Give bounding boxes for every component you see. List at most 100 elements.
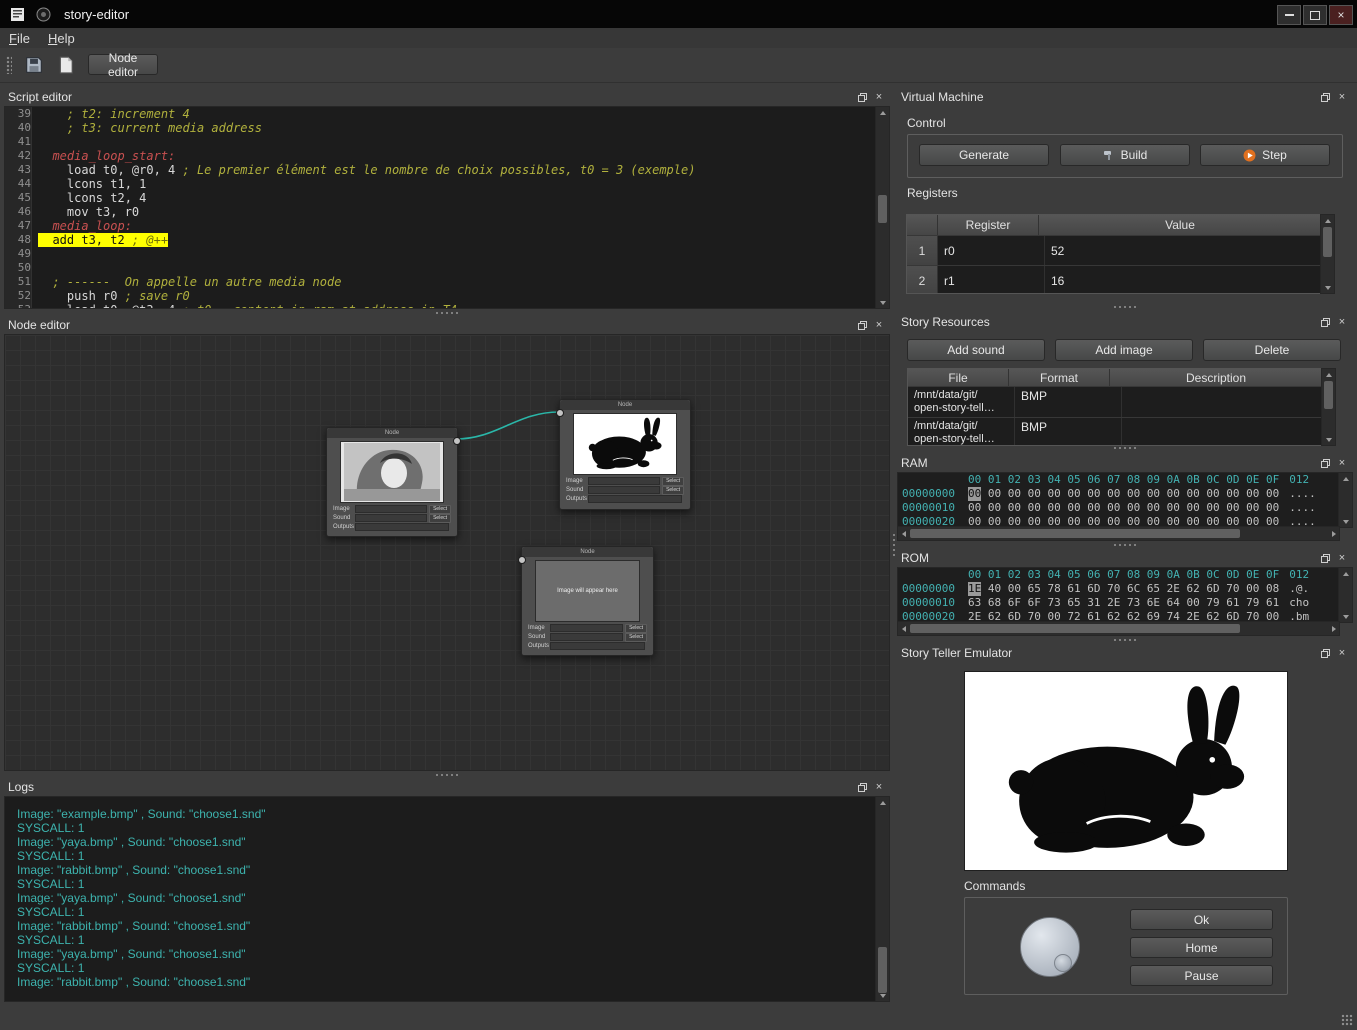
node-canvas[interactable]: Node ImageSelect SoundSelect Outputs Nod… bbox=[4, 334, 890, 771]
code-line[interactable]: 44 lcons t1, 1 bbox=[5, 177, 876, 191]
add-sound-button[interactable]: Add sound bbox=[907, 339, 1045, 361]
scroll-up-icon[interactable] bbox=[1322, 369, 1335, 380]
select-sound-button[interactable]: Select bbox=[429, 514, 451, 523]
register-name-cell[interactable]: r0 bbox=[938, 236, 1045, 265]
splitter-resources-ram[interactable] bbox=[897, 444, 1353, 452]
column-description[interactable]: Description bbox=[1110, 369, 1322, 386]
minimize-button[interactable] bbox=[1277, 5, 1301, 25]
output-port[interactable] bbox=[453, 437, 461, 445]
generate-button[interactable]: Generate bbox=[919, 144, 1049, 166]
build-button[interactable]: Build bbox=[1060, 144, 1190, 166]
scrollbar-handle[interactable] bbox=[910, 529, 1240, 538]
scroll-left-icon[interactable] bbox=[898, 527, 909, 540]
float-panel-icon[interactable] bbox=[1318, 456, 1332, 470]
new-file-icon[interactable] bbox=[54, 53, 78, 77]
scroll-down-icon[interactable] bbox=[876, 990, 889, 1001]
scroll-up-icon[interactable] bbox=[1339, 473, 1352, 484]
sound-field[interactable] bbox=[588, 486, 660, 494]
code-line[interactable]: 51 ; ------ On appelle un autre media no… bbox=[5, 275, 876, 289]
code-line[interactable]: 49 bbox=[5, 247, 876, 261]
home-button[interactable]: Home bbox=[1130, 937, 1273, 958]
splitter-script-node[interactable] bbox=[4, 309, 890, 316]
resources-table[interactable]: File Format Description /mnt/data/git/ o… bbox=[907, 368, 1323, 446]
rom-hex-editor[interactable]: 00 01 02 03 04 05 06 07 08 09 0A 0B 0C 0… bbox=[897, 567, 1340, 623]
add-image-button[interactable]: Add image bbox=[1055, 339, 1193, 361]
vertical-scrollbar[interactable] bbox=[875, 796, 890, 1002]
sound-field[interactable] bbox=[550, 633, 623, 641]
taskbar-app-icon[interactable] bbox=[8, 5, 26, 23]
media-node-b[interactable]: Node ImageSelect SoundSelect Outputs bbox=[559, 399, 691, 510]
code-line[interactable]: 47 media_loop: bbox=[5, 219, 876, 233]
scrollbar-handle[interactable] bbox=[1323, 227, 1332, 257]
outputs-field[interactable] bbox=[355, 523, 449, 531]
float-panel-icon[interactable] bbox=[1318, 90, 1332, 104]
close-panel-icon[interactable]: × bbox=[1335, 551, 1349, 565]
scroll-right-icon[interactable] bbox=[1328, 622, 1339, 635]
selected-byte[interactable]: 00 bbox=[968, 487, 981, 501]
hex-row[interactable]: 0000001063 68 6F 6F 73 65 31 2E 73 6E 64… bbox=[898, 596, 1339, 610]
sound-field[interactable] bbox=[355, 514, 427, 522]
menu-file[interactable]: File bbox=[0, 28, 39, 48]
splitter-rom-emulator[interactable] bbox=[897, 636, 1353, 644]
float-panel-icon[interactable] bbox=[855, 780, 869, 794]
scroll-down-icon[interactable] bbox=[1339, 516, 1352, 527]
save-icon[interactable] bbox=[22, 53, 46, 77]
code-line[interactable]: 40 ; t3: current media address bbox=[5, 121, 876, 135]
step-button[interactable]: Step bbox=[1200, 144, 1330, 166]
float-panel-icon[interactable] bbox=[1318, 551, 1332, 565]
log-output[interactable]: Image: "example.bmp" , Sound: "choose1.s… bbox=[4, 796, 877, 1002]
scroll-left-icon[interactable] bbox=[898, 622, 909, 635]
ram-hex-editor[interactable]: 00 01 02 03 04 05 06 07 08 09 0A 0B 0C 0… bbox=[897, 472, 1340, 528]
input-port[interactable] bbox=[518, 556, 526, 564]
description-cell[interactable] bbox=[1122, 418, 1322, 446]
register-value-cell[interactable]: 52 bbox=[1045, 236, 1321, 265]
vertical-scrollbar[interactable] bbox=[1338, 472, 1353, 528]
maximize-button[interactable] bbox=[1303, 5, 1327, 25]
code-line-highlighted[interactable]: 48 add t3, t2 ; @++ bbox=[5, 233, 876, 247]
code-line[interactable]: 50 bbox=[5, 261, 876, 275]
image-field[interactable] bbox=[588, 477, 660, 485]
select-sound-button[interactable]: Select bbox=[662, 486, 684, 495]
node-editor-toggle-button[interactable]: Node editor bbox=[88, 54, 158, 75]
float-panel-icon[interactable] bbox=[855, 318, 869, 332]
vertical-scrollbar[interactable] bbox=[1338, 567, 1353, 623]
scrollbar-handle[interactable] bbox=[878, 947, 887, 993]
scroll-down-icon[interactable] bbox=[876, 297, 889, 308]
select-image-button[interactable]: Select bbox=[429, 505, 451, 514]
splitter-vm-resources[interactable] bbox=[897, 303, 1353, 311]
float-panel-icon[interactable] bbox=[1318, 646, 1332, 660]
column-register[interactable]: Register bbox=[938, 215, 1039, 235]
scroll-down-icon[interactable] bbox=[1339, 611, 1352, 622]
select-image-button[interactable]: Select bbox=[625, 624, 647, 633]
column-format[interactable]: Format bbox=[1009, 369, 1110, 386]
splitter-left-right[interactable] bbox=[890, 88, 897, 1002]
close-panel-icon[interactable]: × bbox=[1335, 456, 1349, 470]
file-cell[interactable]: /mnt/data/git/ open-story-tell… bbox=[908, 387, 1015, 417]
table-row[interactable]: /mnt/data/git/ open-story-tell… BMP bbox=[908, 387, 1322, 418]
column-file[interactable]: File bbox=[908, 369, 1009, 386]
code-line[interactable]: 41 bbox=[5, 135, 876, 149]
ok-button[interactable]: Ok bbox=[1130, 909, 1273, 930]
outputs-field[interactable] bbox=[588, 495, 682, 503]
media-node-a[interactable]: Node ImageSelect SoundSelect Outputs bbox=[326, 427, 458, 537]
scroll-up-icon[interactable] bbox=[876, 107, 889, 118]
format-cell[interactable]: BMP bbox=[1015, 418, 1122, 446]
close-panel-icon[interactable]: × bbox=[1335, 315, 1349, 329]
rotary-knob[interactable] bbox=[1020, 917, 1080, 977]
vertical-scrollbar[interactable] bbox=[1320, 214, 1335, 294]
menu-help[interactable]: Help bbox=[39, 28, 84, 48]
registers-table[interactable]: Register Value 1 r0 52 2 r1 16 bbox=[906, 214, 1322, 294]
scrollbar-handle[interactable] bbox=[878, 195, 887, 223]
close-panel-icon[interactable]: × bbox=[1335, 646, 1349, 660]
code-line[interactable]: 39 ; t2: increment 4 bbox=[5, 107, 876, 121]
input-port[interactable] bbox=[556, 409, 564, 417]
description-cell[interactable] bbox=[1122, 387, 1322, 417]
code-line[interactable]: 42 media_loop_start: bbox=[5, 149, 876, 163]
table-row[interactable]: 2 r1 16 bbox=[907, 266, 1321, 294]
window-resize-grip[interactable] bbox=[1341, 1014, 1353, 1026]
code-line[interactable]: 45 lcons t2, 4 bbox=[5, 191, 876, 205]
close-panel-icon[interactable]: × bbox=[872, 318, 886, 332]
select-image-button[interactable]: Select bbox=[662, 477, 684, 486]
close-button[interactable]: × bbox=[1329, 5, 1353, 25]
file-cell[interactable]: /mnt/data/git/ open-story-tell… bbox=[908, 418, 1015, 446]
